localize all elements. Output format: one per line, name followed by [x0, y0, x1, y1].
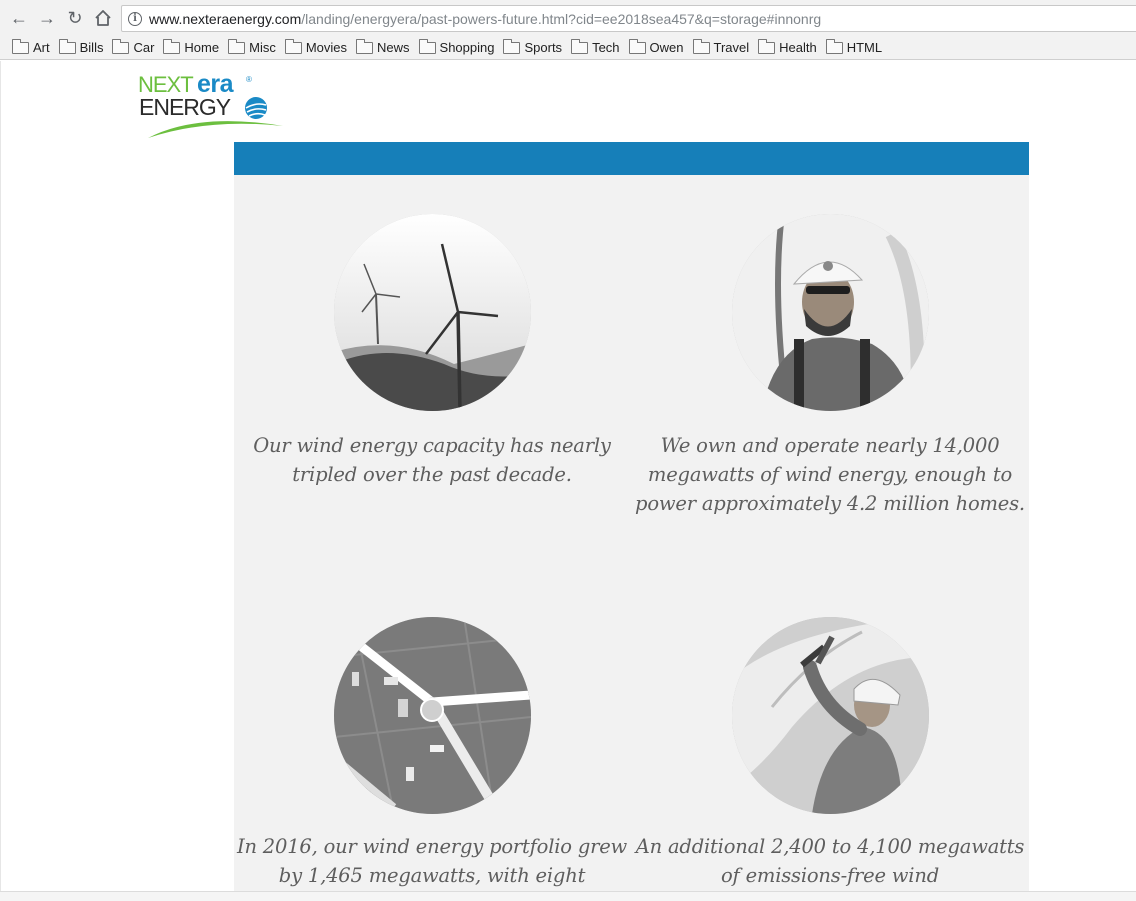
- bookmark-misc[interactable]: Misc: [228, 38, 276, 55]
- folder-icon: [418, 38, 436, 54]
- horizontal-scrollbar[interactable]: [0, 891, 1136, 901]
- card-caption: Our wind energy capacity has nearly trip…: [253, 434, 611, 486]
- home-icon[interactable]: [93, 8, 113, 28]
- folder-icon: [163, 38, 181, 54]
- bookmark-car[interactable]: Car: [112, 38, 154, 55]
- bookmark-tech[interactable]: Tech: [571, 38, 620, 55]
- folder-icon: [112, 38, 130, 54]
- bookmark-travel[interactable]: Travel: [692, 38, 749, 55]
- folder-icon: [758, 38, 776, 54]
- folder-icon: [228, 38, 246, 54]
- bookmark-shopping[interactable]: Shopping: [418, 38, 494, 55]
- folder-icon: [58, 38, 76, 54]
- technician-blade-photo: [732, 617, 929, 814]
- reload-icon[interactable]: ↻: [65, 8, 85, 28]
- folder-icon: [503, 38, 521, 54]
- folder-icon: [571, 38, 589, 54]
- address-bar[interactable]: i www.nexteraenergy.com/landing/energyer…: [121, 5, 1136, 32]
- card-caption: In 2016, our wind energy portfolio grew …: [236, 835, 628, 887]
- browser-toolbar: ← → ↻ i www.nexteraenergy.com/landing/en…: [0, 0, 1136, 36]
- folder-icon: [356, 38, 374, 54]
- folder-icon: [628, 38, 646, 54]
- header-banner: [234, 142, 1029, 175]
- wind-technician-photo: [732, 214, 929, 411]
- bookmark-html[interactable]: HTML: [825, 38, 882, 55]
- card-caption: An additional 2,400 to 4,100 megawatts o…: [635, 835, 1025, 887]
- bookmark-home[interactable]: Home: [163, 38, 219, 55]
- url-path: /landing/energyera/past-powers-future.ht…: [301, 10, 822, 27]
- bookmark-news[interactable]: News: [356, 38, 410, 55]
- bookmarks-bar: Art Bills Car Home Misc Movies News Shop…: [0, 36, 1136, 60]
- logo-swoosh-icon: [148, 97, 283, 138]
- bookmark-bills[interactable]: Bills: [58, 38, 103, 55]
- folder-icon: [825, 38, 843, 54]
- wind-turbines-photo: [334, 214, 531, 411]
- folder-icon: [12, 38, 29, 54]
- forward-arrow-icon[interactable]: →: [37, 8, 57, 28]
- bookmark-sports[interactable]: Sports: [503, 38, 562, 55]
- nextera-energy-logo[interactable]: NEXT era ® ENERGY: [138, 70, 288, 142]
- bookmark-owen[interactable]: Owen: [628, 38, 684, 55]
- site-info-icon[interactable]: i: [128, 11, 142, 26]
- aerial-turbine-photo: [334, 617, 531, 814]
- bookmark-art[interactable]: Art: [12, 38, 50, 55]
- folder-icon: [284, 38, 302, 54]
- page-edge: [0, 61, 1, 891]
- bookmark-health[interactable]: Health: [758, 38, 817, 55]
- folder-icon: [692, 38, 710, 54]
- back-arrow-icon[interactable]: ←: [9, 8, 29, 28]
- bookmark-movies[interactable]: Movies: [284, 38, 347, 55]
- url-host: www.nexteraenergy.com: [149, 10, 302, 27]
- card-caption: We own and operate nearly 14,000 megawat…: [635, 434, 1025, 515]
